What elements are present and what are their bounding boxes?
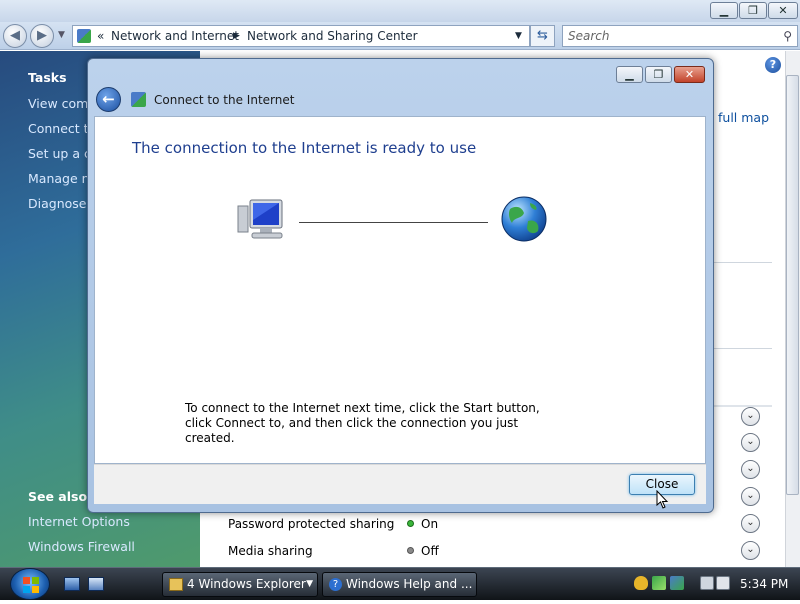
expand-chevron-icon[interactable]: ⌄ xyxy=(741,487,760,506)
network-status-icon[interactable] xyxy=(700,576,714,590)
close-window-button[interactable]: ✕ xyxy=(768,2,798,19)
sharing-row-label: Media sharing xyxy=(228,544,313,558)
sharing-row-status: On xyxy=(421,517,439,531)
task-set-up-connection[interactable]: Set up a co xyxy=(28,146,92,161)
search-input[interactable]: Search ⚲ xyxy=(562,25,798,47)
dialog-minimize-button[interactable]: ▁ xyxy=(616,66,643,83)
link-windows-firewall[interactable]: Windows Firewall xyxy=(28,539,135,554)
tasks-heading: Tasks xyxy=(28,70,67,85)
expand-chevron-icon[interactable]: ⌄ xyxy=(741,541,760,560)
taskbar-button-label: Windows Explorer xyxy=(198,577,306,591)
network-folder-icon xyxy=(77,29,91,43)
computer-icon xyxy=(236,198,286,242)
volume-muted-icon[interactable] xyxy=(716,576,730,590)
help-icon: ? xyxy=(329,578,342,591)
recent-pages-dropdown[interactable]: ▼ xyxy=(58,30,65,40)
address-dropdown-icon[interactable]: ▼ xyxy=(515,31,522,41)
windows-logo-icon xyxy=(23,577,39,593)
back-nav-button[interactable]: ◀ xyxy=(3,24,27,48)
folder-icon xyxy=(169,578,183,591)
help-icon[interactable]: ? xyxy=(765,57,781,73)
status-off-icon xyxy=(407,547,414,554)
view-full-map-link[interactable]: full map xyxy=(718,110,769,125)
start-button[interactable] xyxy=(10,568,50,600)
maximize-button[interactable]: ❐ xyxy=(739,2,767,19)
scrollbar-thumb[interactable] xyxy=(786,75,799,495)
see-also-heading: See also xyxy=(28,489,88,504)
minimize-button[interactable]: ▁ xyxy=(710,2,738,19)
expand-chevron-icon[interactable]: ⌄ xyxy=(741,407,760,426)
switch-windows-icon[interactable] xyxy=(88,577,104,591)
network-connection-icon xyxy=(131,92,146,107)
forward-nav-button[interactable]: ▶ xyxy=(30,24,54,48)
task-diagnose-repair[interactable]: Diagnose a xyxy=(28,196,92,211)
address-bar[interactable]: « Network and Internet ▶ Network and Sha… xyxy=(72,25,530,47)
breadcrumb-network-and-internet[interactable]: Network and Internet xyxy=(111,29,239,43)
taskbar-group-count: 4 xyxy=(187,577,195,591)
taskbar-windows-explorer[interactable]: 4 Windows Explorer ▼ xyxy=(162,572,318,597)
dialog-heading: The connection to the Internet is ready … xyxy=(132,139,477,157)
section-divider xyxy=(714,262,772,263)
section-divider xyxy=(714,405,772,407)
refresh-button[interactable]: ⇆ xyxy=(530,25,555,47)
explorer-titlebar xyxy=(0,0,800,22)
dialog-footer xyxy=(94,464,706,504)
search-icon[interactable]: ⚲ xyxy=(783,26,792,46)
connection-line xyxy=(299,222,488,223)
link-internet-options[interactable]: Internet Options xyxy=(28,514,130,529)
dialog-title: Connect to the Internet xyxy=(154,93,295,107)
dialog-maximize-button[interactable]: ❐ xyxy=(645,66,672,83)
show-desktop-icon[interactable] xyxy=(64,577,80,591)
globe-icon xyxy=(500,195,548,243)
security-shield-icon[interactable] xyxy=(634,576,648,590)
status-on-icon xyxy=(407,520,414,527)
sharing-row-label: Password protected sharing xyxy=(228,517,395,531)
arrow-left-icon: ← xyxy=(102,90,115,108)
sharing-row-status: Off xyxy=(421,544,439,558)
search-placeholder: Search xyxy=(568,29,610,43)
network-tray-icon[interactable] xyxy=(670,576,684,590)
breadcrumb-separator-icon[interactable]: ▶ xyxy=(233,31,240,41)
mouse-cursor-icon xyxy=(656,489,670,510)
refresh-icon: ⇆ xyxy=(537,28,548,43)
dialog-close-x-button[interactable]: ✕ xyxy=(674,66,705,83)
breadcrumb-prefix[interactable]: « xyxy=(97,29,104,43)
chevron-down-icon: ▼ xyxy=(306,579,313,589)
arrow-left-icon: ◀ xyxy=(10,28,20,43)
expand-chevron-icon[interactable]: ⌄ xyxy=(741,460,760,479)
expand-chevron-icon[interactable]: ⌄ xyxy=(741,514,760,533)
section-divider xyxy=(714,348,772,349)
taskbar-windows-help[interactable]: ? Windows Help and ... xyxy=(322,572,477,597)
task-connect-to[interactable]: Connect to xyxy=(28,121,92,136)
dialog-back-button[interactable]: ← xyxy=(96,87,121,112)
breadcrumb-network-sharing-center[interactable]: Network and Sharing Center xyxy=(247,29,418,43)
arrow-right-icon: ▶ xyxy=(37,28,47,43)
dialog-instruction: To connect to the Internet next time, cl… xyxy=(185,401,540,445)
taskbar-button-label: Windows Help and ... xyxy=(346,577,473,591)
task-view-computers[interactable]: View comp xyxy=(28,96,92,111)
expand-chevron-icon[interactable]: ⌄ xyxy=(741,433,760,452)
task-manage-networks[interactable]: Manage ne xyxy=(28,171,92,186)
updates-icon[interactable] xyxy=(652,576,666,590)
clock[interactable]: 5:34 PM xyxy=(740,577,788,591)
